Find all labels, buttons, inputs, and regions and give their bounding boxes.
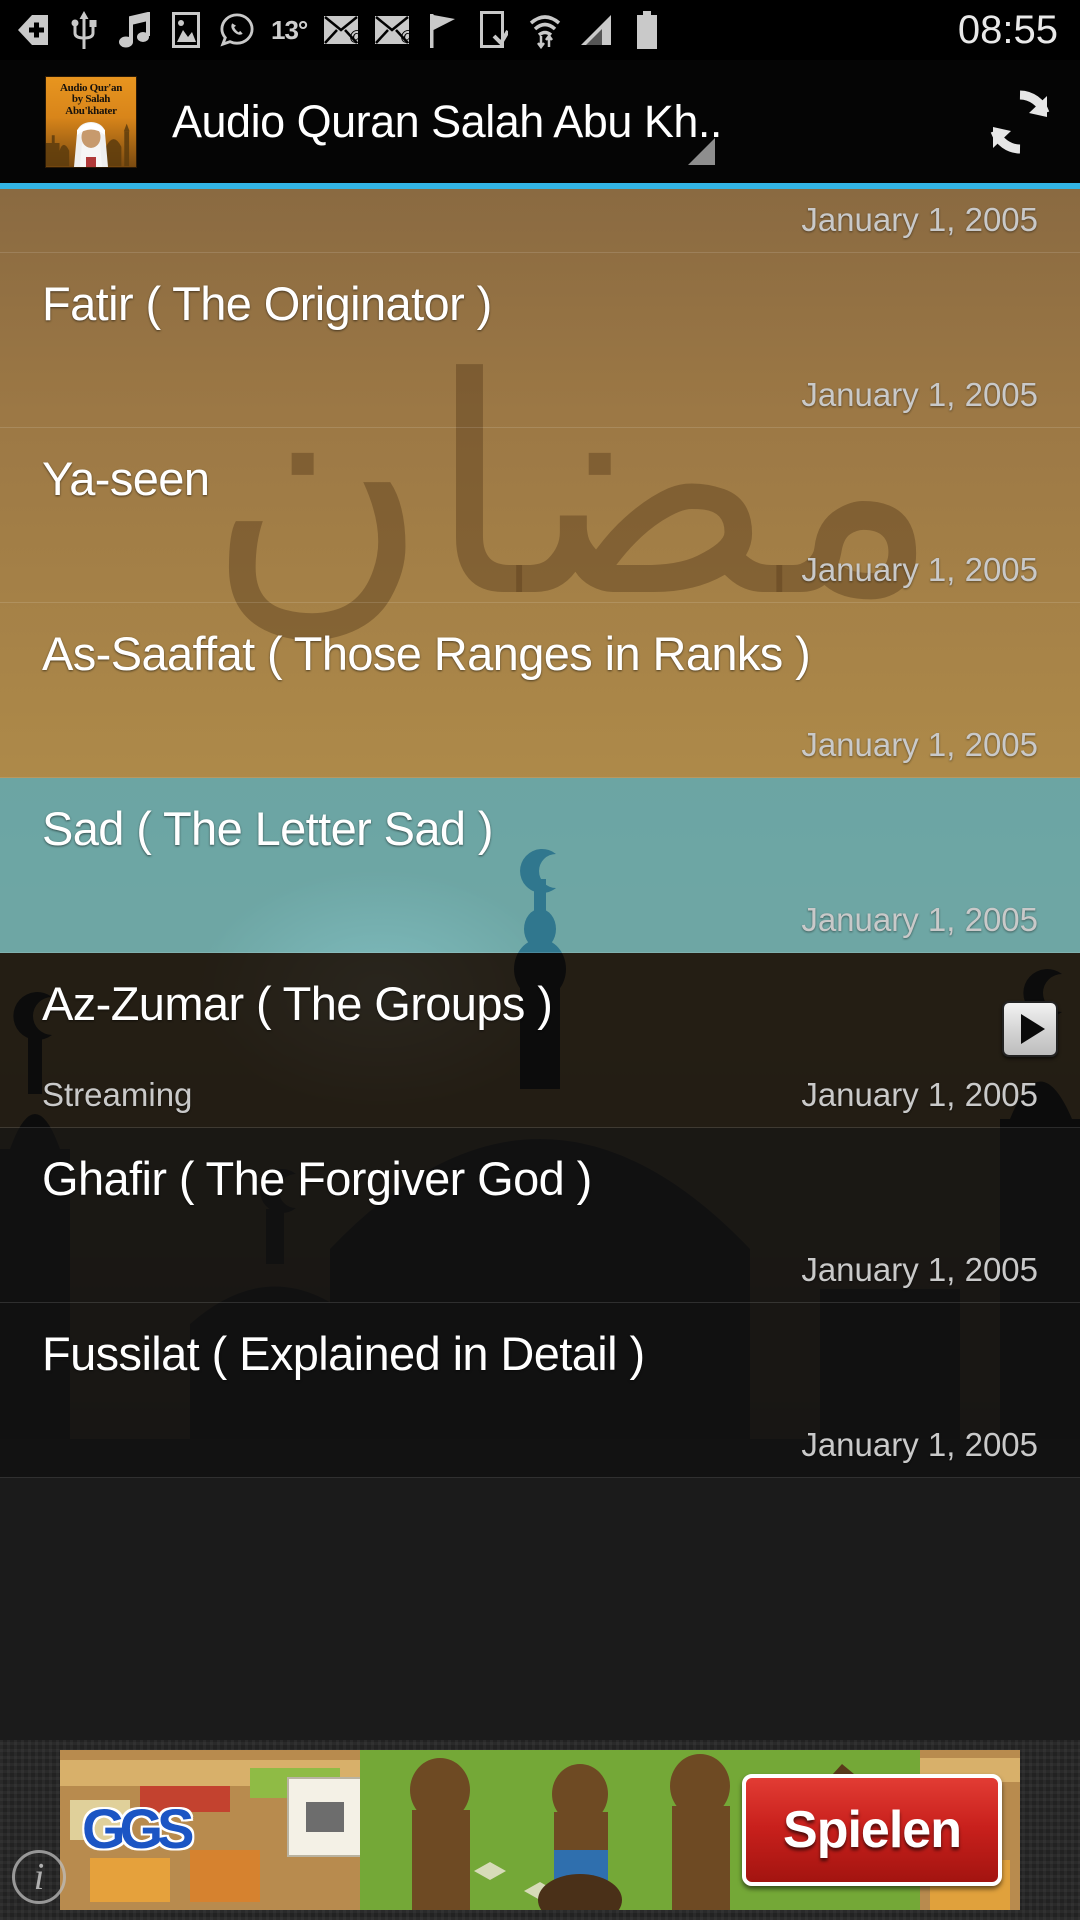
page-title: Audio Quran Salah Abu Kh..	[172, 95, 722, 147]
list-item-status: Streaming	[42, 1076, 193, 1113]
ad-cta-label: Spielen	[783, 1801, 962, 1859]
refresh-button[interactable]	[960, 60, 1080, 183]
list-item[interactable]: Fatir ( The Originator ) January 1, 2005	[0, 253, 1080, 428]
whatsapp-icon	[220, 10, 254, 50]
ad-creative[interactable]: GGS Spielen	[60, 1750, 1020, 1910]
music-note-icon	[118, 10, 152, 50]
list-item-partial-top[interactable]: January 1, 2005	[0, 189, 1080, 253]
temperature-label: 13°	[271, 14, 308, 45]
list-item-date: January 1, 2005	[801, 1251, 1038, 1288]
list-item-title: Sad ( The Letter Sad )	[42, 802, 494, 855]
list-item[interactable]: Fussilat ( Explained in Detail ) January…	[0, 1303, 1080, 1478]
email-at-icon-2: @	[375, 10, 410, 50]
ad-info-icon[interactable]: i	[12, 1850, 66, 1904]
back-plus-icon	[16, 10, 50, 50]
list-item-selected[interactable]: Sad ( The Letter Sad ) January 1, 2005	[0, 778, 1080, 953]
list-item-title: Ya-seen	[42, 452, 210, 505]
list-item-title: Az-Zumar ( The Groups )	[42, 977, 553, 1030]
list-item-title: As-Saaffat ( Those Ranges in Ranks )	[42, 627, 811, 680]
status-icon-group: 13° @ @	[0, 10, 958, 50]
list-item[interactable]: As-Saaffat ( Those Ranges in Ranks ) Jan…	[0, 603, 1080, 778]
phone-download-icon	[477, 10, 511, 50]
ggs-brand-logo: GGS	[82, 1797, 194, 1860]
ad-banner[interactable]: GGS Spielen i	[0, 1740, 1080, 1920]
status-clock: 08:55	[957, 7, 1058, 52]
play-button[interactable]	[1002, 1001, 1058, 1057]
surah-list[interactable]: مضان كريم	[0, 189, 1080, 1740]
usb-icon	[67, 10, 101, 50]
cell-signal-icon	[579, 10, 613, 50]
wifi-icon	[528, 10, 562, 50]
app-icon-portrait	[74, 121, 108, 167]
list-item-title: Ghafir ( The Forgiver God )	[42, 1152, 592, 1205]
svg-text:@: @	[400, 28, 409, 44]
action-bar: Audio Qur'an by Salah Abu'khater Audio Q…	[0, 60, 1080, 183]
list-rows-container: January 1, 2005 Fatir ( The Originator )…	[0, 189, 1080, 1478]
list-item-date: January 1, 2005	[801, 201, 1038, 238]
battery-icon	[630, 10, 664, 50]
list-item-title: Fatir ( The Originator )	[42, 277, 492, 330]
list-item-date: January 1, 2005	[801, 726, 1038, 763]
app-icon: Audio Qur'an by Salah Abu'khater	[45, 75, 137, 168]
status-bar: 13° @ @	[0, 0, 1080, 60]
image-icon	[169, 10, 203, 50]
list-item-title: Fussilat ( Explained in Detail )	[42, 1327, 645, 1380]
list-item-date: January 1, 2005	[801, 901, 1038, 938]
play-icon	[1020, 1014, 1045, 1044]
list-item-date: January 1, 2005	[801, 551, 1038, 588]
email-at-icon: @	[324, 10, 359, 50]
ad-cta-button[interactable]: Spielen	[742, 1774, 1002, 1886]
list-item-date: January 1, 2005	[801, 1426, 1038, 1463]
spinner-caret-icon[interactable]	[688, 138, 715, 165]
list-item-date: January 1, 2005	[801, 1076, 1038, 1113]
list-item-playing[interactable]: Az-Zumar ( The Groups ) Streaming Januar…	[0, 953, 1080, 1128]
list-item[interactable]: Ya-seen January 1, 2005	[0, 428, 1080, 603]
svg-text:@: @	[349, 28, 358, 44]
flag-icon	[426, 10, 460, 50]
list-item[interactable]: Ghafir ( The Forgiver God ) January 1, 2…	[0, 1128, 1080, 1303]
list-item-date: January 1, 2005	[801, 376, 1038, 413]
refresh-icon	[990, 90, 1050, 153]
